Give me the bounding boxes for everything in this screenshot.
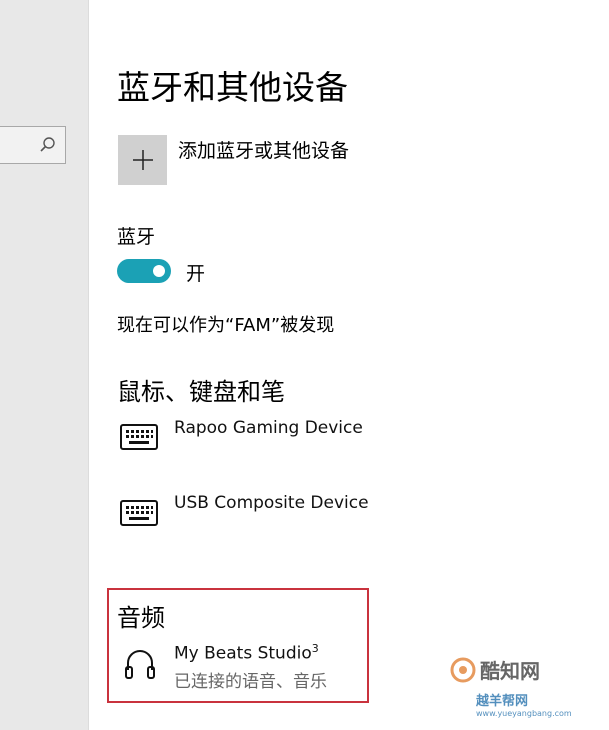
section-title-mouse-keyboard-pen: 鼠标、键盘和笔 (117, 378, 285, 406)
device-name-usb-composite[interactable]: USB Composite Device (174, 493, 369, 513)
plus-icon (132, 150, 153, 170)
left-navigation-pane (0, 0, 89, 730)
watermark-logo-icon (450, 657, 476, 682)
watermark-kuzhiwang: 酷知网 (450, 655, 540, 684)
watermark-secondary-url: www.yueyangbang.com (476, 709, 572, 718)
bluetooth-toggle[interactable] (117, 259, 171, 283)
audio-highlight-box (107, 588, 369, 703)
watermark-yueyangbang: 越羊帮网 www.yueyangbang.com (476, 690, 572, 718)
discoverable-text: 现在可以作为“FAM”被发现 (117, 315, 335, 336)
add-device-button[interactable] (118, 135, 167, 185)
bluetooth-state: 开 (186, 263, 206, 285)
search-input[interactable] (0, 126, 66, 164)
watermark-secondary-title: 越羊帮网 (476, 694, 529, 709)
device-name-rapoo[interactable]: Rapoo Gaming Device (174, 418, 363, 438)
toggle-knob (153, 265, 165, 277)
add-device-label[interactable]: 添加蓝牙或其他设备 (178, 136, 349, 163)
search-icon (40, 137, 55, 152)
page-title: 蓝牙和其他设备 (117, 68, 348, 107)
watermark-text: 酷知网 (480, 659, 540, 683)
bluetooth-label: 蓝牙 (117, 226, 156, 248)
keyboard-icon (120, 500, 158, 526)
keyboard-icon (120, 424, 158, 450)
